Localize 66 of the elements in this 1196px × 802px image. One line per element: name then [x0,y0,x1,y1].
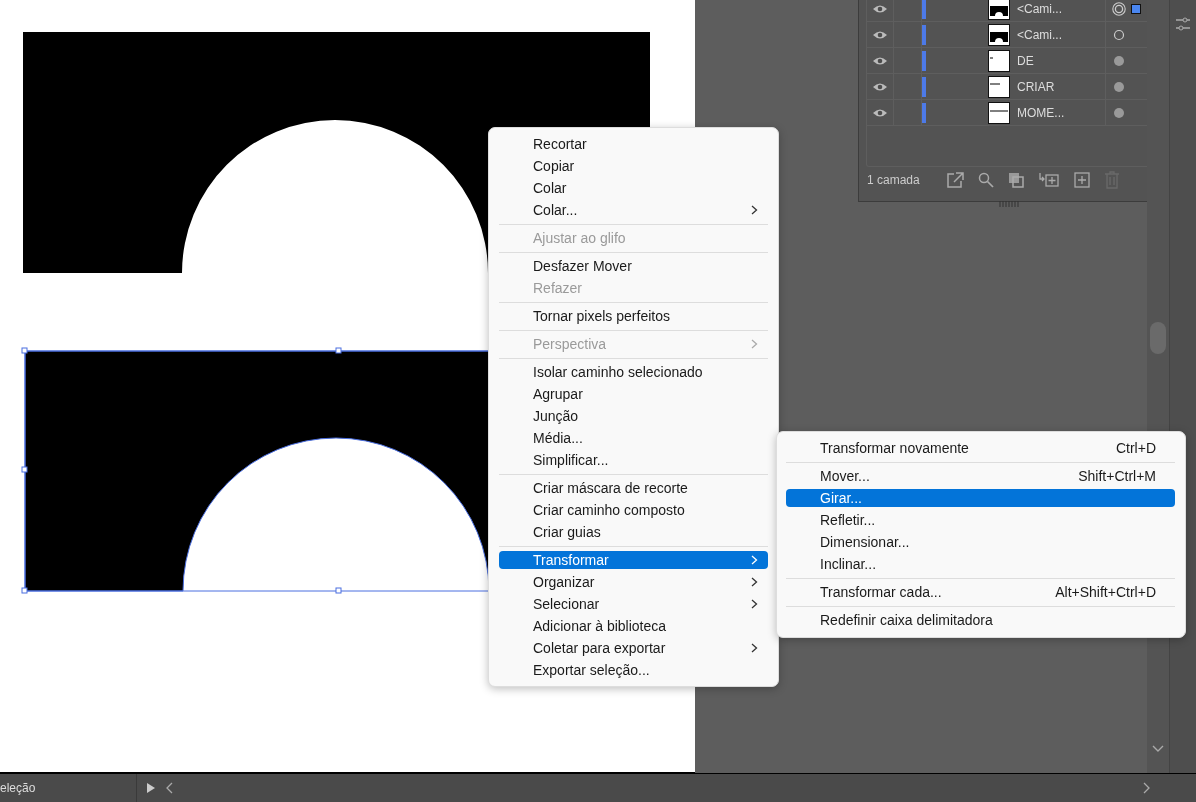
layer-name[interactable]: <Cami... [1017,22,1106,47]
menu-item[interactable]: Mover... Shift+Ctrl+M [786,467,1175,485]
new-layer-icon[interactable] [1073,172,1090,188]
eye-icon[interactable] [872,3,888,14]
layer-thumbnail [988,23,1010,46]
menu-item[interactable]: Dimensionar... [786,533,1175,551]
menu-item[interactable]: Média... [499,429,768,447]
menu-item[interactable]: Criar máscara de recorte [499,479,768,497]
menu-item[interactable]: Refletir... [786,511,1175,529]
layer-thumbnail [988,0,1010,20]
status-text: eleção [0,774,137,802]
resize-grip[interactable] [999,201,1021,207]
menu-item[interactable]: Recortar [499,135,768,153]
layer-color-bar [922,50,926,71]
properties-icon[interactable] [1176,16,1190,34]
menu-item[interactable]: Redefinir caixa delimitadora [786,611,1175,629]
menu-item[interactable]: Desfazer Mover [499,257,768,275]
layer-color-bar [922,24,926,45]
export-icon[interactable] [945,172,964,188]
menu-item[interactable]: Agrupar [499,385,768,403]
eye-icon[interactable] [872,55,888,66]
menu-item[interactable]: Transformar [499,551,768,569]
target-icon[interactable] [1112,1,1126,16]
menu-item[interactable]: Girar... [786,489,1175,507]
layer-name[interactable]: <Cami... [1017,0,1106,21]
layer-color-bar [922,76,926,97]
menu-item[interactable]: Adicionar à biblioteca [499,617,768,635]
menu-item[interactable]: Tornar pixels perfeitos [499,307,768,325]
menu-item[interactable]: Isolar caminho selecionado [499,363,768,381]
menu-item[interactable]: Criar caminho composto [499,501,768,519]
layer-count: 1 camada [867,173,920,187]
eye-icon[interactable] [872,81,888,92]
target-icon[interactable] [1112,79,1126,94]
menu-item[interactable]: Organizar [499,573,768,591]
layer-thumbnail [988,101,1010,124]
layer-color-bar [922,102,926,123]
menu-item[interactable]: Simplificar... [499,451,768,469]
play-icon[interactable] [147,783,155,793]
menu-item[interactable]: Transformar cada... Alt+Shift+Ctrl+D [786,583,1175,601]
menu-item[interactable]: Selecionar [499,595,768,613]
layer-name[interactable]: DE [1017,48,1106,73]
target-icon[interactable] [1112,27,1126,42]
layer-name[interactable]: MOME... [1017,100,1106,125]
menu-item[interactable]: Transformar novamente Ctrl+D [786,439,1175,457]
menu-item[interactable]: Coletar para exportar [499,639,768,657]
chevron-down-icon[interactable] [1152,745,1164,753]
eye-icon[interactable] [872,107,888,118]
search-icon[interactable] [977,172,994,188]
mask-icon[interactable] [1007,172,1024,188]
menu-item[interactable]: Colar... [499,201,768,219]
new-sublayer-icon[interactable] [1037,172,1060,188]
chevron-left-icon[interactable] [165,782,173,794]
menu-item[interactable]: Inclinar... [786,555,1175,573]
target-icon[interactable] [1112,105,1126,120]
menu-item[interactable]: Criar guias [499,523,768,541]
layer-name[interactable]: CRIAR [1017,74,1106,99]
layer-thumbnail [988,49,1010,72]
eye-icon[interactable] [872,29,888,40]
menu-item[interactable]: Copiar [499,157,768,175]
target-icon[interactable] [1112,53,1126,68]
menu-item[interactable]: Junção [499,407,768,425]
menu-item[interactable]: Colar [499,179,768,197]
chevron-right-icon[interactable] [1143,782,1151,794]
layer-thumbnail [988,75,1010,98]
layer-color-bar [922,0,926,19]
menu-item[interactable]: Exportar seleção... [499,661,768,679]
